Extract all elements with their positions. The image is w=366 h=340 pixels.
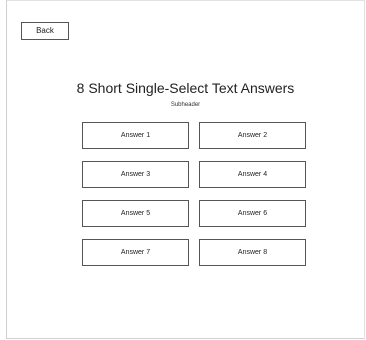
screen-frame: Back 8 Short Single-Select Text Answers …	[6, 0, 365, 339]
answer-option-6[interactable]: Answer 6	[199, 200, 306, 227]
answer-option-8[interactable]: Answer 8	[199, 239, 306, 266]
page-subheader: Subheader	[170, 102, 201, 108]
answer-option-3[interactable]: Answer 3	[82, 161, 189, 188]
answer-option-2[interactable]: Answer 2	[199, 122, 306, 149]
answer-option-5[interactable]: Answer 5	[82, 200, 189, 227]
back-button[interactable]: Back	[21, 22, 69, 40]
page-title: 8 Short Single-Select Text Answers	[76, 80, 295, 96]
answer-option-4[interactable]: Answer 4	[199, 161, 306, 188]
answer-option-7[interactable]: Answer 7	[82, 239, 189, 266]
answer-option-1[interactable]: Answer 1	[82, 122, 189, 149]
